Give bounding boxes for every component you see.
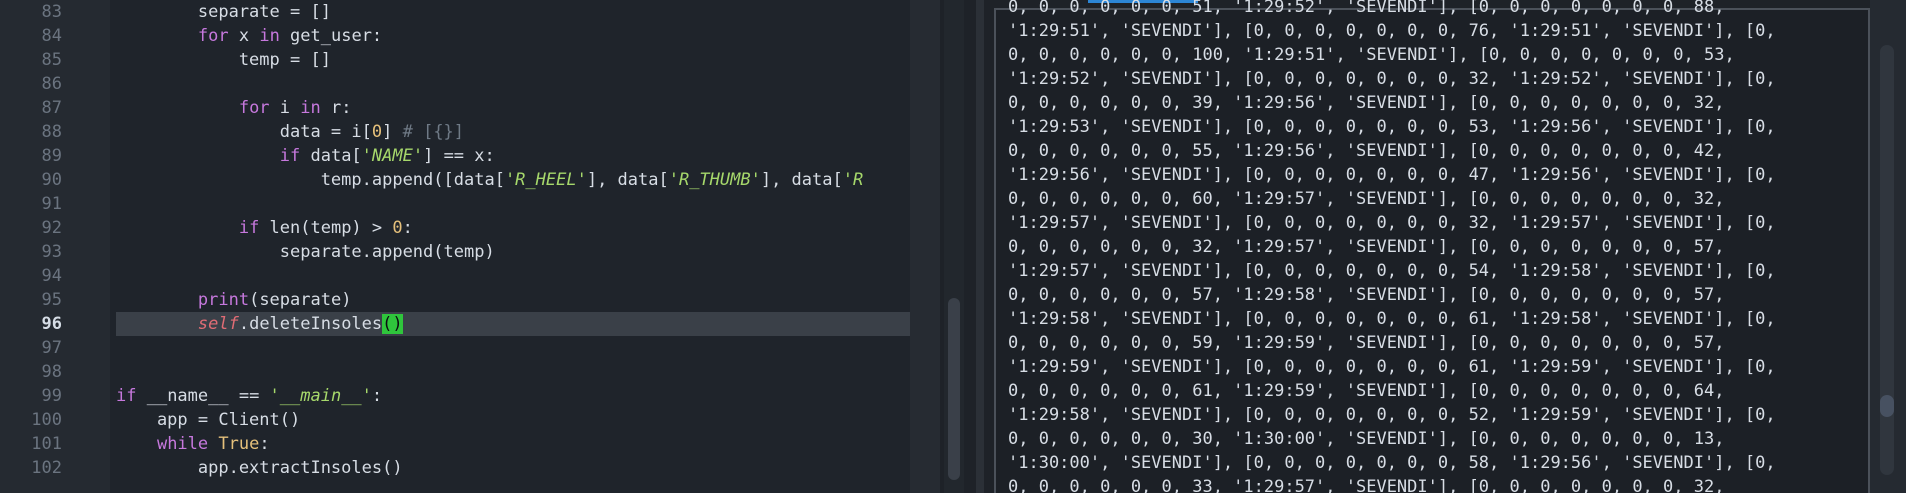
terminal-line: '1:29:57', 'SEVENDI'], [0, 0, 0, 0, 0, 0…	[1008, 261, 1776, 281]
code-line[interactable]: separate = []	[110, 0, 910, 24]
terminal-output[interactable]: 0, 0, 0, 0, 0, 0, 51, '1:29:52', 'SEVEND…	[1008, 0, 1848, 493]
code-line[interactable]: while True:	[110, 432, 910, 456]
code-line[interactable]: if len(temp) > 0:	[110, 216, 910, 240]
editor-scrollbar-thumb[interactable]	[948, 298, 960, 480]
pane-splitter[interactable]	[910, 0, 940, 493]
line-number-gutter: 83 84 85 86 87 88 89 90 91 92 93 94 95 96 97 98 99 100 101…	[0, 0, 110, 493]
code-line[interactable]	[110, 360, 910, 384]
code-line[interactable]: temp.append([data['R_HEEL'], data['R_THU…	[110, 168, 910, 192]
code-text: separate = []	[116, 2, 331, 22]
terminal-line: 0, 0, 0, 0, 0, 0, 32, '1:29:57', 'SEVEND…	[1008, 237, 1725, 257]
terminal-line: 0, 0, 0, 0, 0, 0, 30, '1:30:00', 'SEVEND…	[1008, 429, 1725, 449]
editor-scrollbar[interactable]	[944, 0, 964, 493]
code-text: if data['NAME'] == x:	[279, 146, 495, 166]
code-line[interactable]: separate.append(temp)	[110, 240, 910, 264]
code-text: if len(temp) > 0:	[238, 218, 413, 238]
code-line[interactable]	[110, 72, 910, 96]
terminal-line: '1:29:53', 'SEVENDI'], [0, 0, 0, 0, 0, 0…	[1008, 117, 1776, 137]
ide-window: 83 84 85 86 87 88 89 90 91 92 93 94 95 96 97 98 99 100 101…	[0, 0, 1906, 493]
terminal-line: 0, 0, 0, 0, 0, 0, 39, '1:29:56', 'SEVEND…	[1008, 93, 1725, 113]
terminal-line: '1:29:58', 'SEVENDI'], [0, 0, 0, 0, 0, 0…	[1008, 405, 1776, 425]
terminal-line: '1:29:56', 'SEVENDI'], [0, 0, 0, 0, 0, 0…	[1008, 165, 1776, 185]
code-line[interactable]: if __name__ == '__main__':	[110, 384, 910, 408]
code-text: app.extractInsoles()	[116, 458, 403, 478]
code-text: if __name__ == '__main__':	[116, 386, 383, 406]
terminal-line: '1:29:57', 'SEVENDI'], [0, 0, 0, 0, 0, 0…	[1008, 213, 1776, 233]
terminal-line: 0, 0, 0, 0, 0, 0, 60, '1:29:57', 'SEVEND…	[1008, 189, 1725, 209]
code-line[interactable]: print(separate)	[110, 288, 910, 312]
terminal-line: 0, 0, 0, 0, 0, 0, 33, '1:29:57', 'SEVEND…	[1008, 477, 1725, 493]
code-line[interactable]: if data['NAME'] == x:	[110, 144, 910, 168]
code-editor[interactable]: separate = [] for x in get_user: temp = …	[110, 0, 910, 493]
terminal-line: '1:29:59', 'SEVENDI'], [0, 0, 0, 0, 0, 0…	[1008, 357, 1776, 377]
terminal-line: '1:29:52', 'SEVENDI'], [0, 0, 0, 0, 0, 0…	[1008, 69, 1776, 89]
code-line[interactable]	[110, 264, 910, 288]
code-line[interactable]: app = Client()	[110, 408, 910, 432]
terminal-line: 0, 0, 0, 0, 0, 0, 51, '1:29:52', 'SEVEND…	[1008, 0, 1725, 17]
code-line[interactable]: temp = []	[110, 48, 910, 72]
code-text: app = Client()	[116, 410, 301, 430]
terminal-line: 0, 0, 0, 0, 0, 0, 61, '1:29:59', 'SEVEND…	[1008, 381, 1725, 401]
terminal-scrollbar[interactable]	[1870, 0, 1906, 493]
terminal-line: '1:30:00', 'SEVENDI'], [0, 0, 0, 0, 0, 0…	[1008, 453, 1776, 473]
panel-divider[interactable]	[976, 0, 984, 493]
code-line-current[interactable]: self.deleteInsoles()	[110, 312, 910, 336]
code-text: separate.append(temp)	[116, 242, 495, 262]
code-line[interactable]: app.extractInsoles()	[110, 456, 910, 480]
terminal-line: 0, 0, 0, 0, 0, 0, 57, '1:29:58', 'SEVEND…	[1008, 285, 1725, 305]
code-text: for x in get_user:	[197, 26, 383, 46]
code-line[interactable]	[110, 192, 910, 216]
code-text: data = i[0] # [{}]	[116, 122, 465, 142]
code-line[interactable]: for x in get_user:	[110, 24, 910, 48]
terminal-line: 0, 0, 0, 0, 0, 0, 59, '1:29:59', 'SEVEND…	[1008, 333, 1725, 353]
terminal-line: '1:29:58', 'SEVENDI'], [0, 0, 0, 0, 0, 0…	[1008, 309, 1776, 329]
code-line[interactable]	[110, 336, 910, 360]
terminal-scrollbar-thumb[interactable]	[1880, 395, 1894, 417]
code-text: print(separate)	[197, 290, 352, 310]
code-line[interactable]: data = i[0] # [{}]	[110, 120, 910, 144]
code-text: self.deleteInsoles()	[197, 314, 403, 334]
terminal-line: 0, 0, 0, 0, 0, 0, 55, '1:29:56', 'SEVEND…	[1008, 141, 1725, 161]
terminal-line: '1:29:51', 'SEVENDI'], [0, 0, 0, 0, 0, 0…	[1008, 21, 1776, 41]
code-text: for i in r:	[238, 98, 352, 118]
code-text: temp = []	[116, 50, 331, 70]
code-line[interactable]: for i in r:	[110, 96, 910, 120]
terminal-line: 0, 0, 0, 0, 0, 0, 100, '1:29:51', 'SEVEN…	[1008, 45, 1735, 65]
code-text: temp.append([data['R_HEEL'], data['R_THU…	[116, 170, 864, 190]
code-text: while True:	[156, 434, 270, 454]
